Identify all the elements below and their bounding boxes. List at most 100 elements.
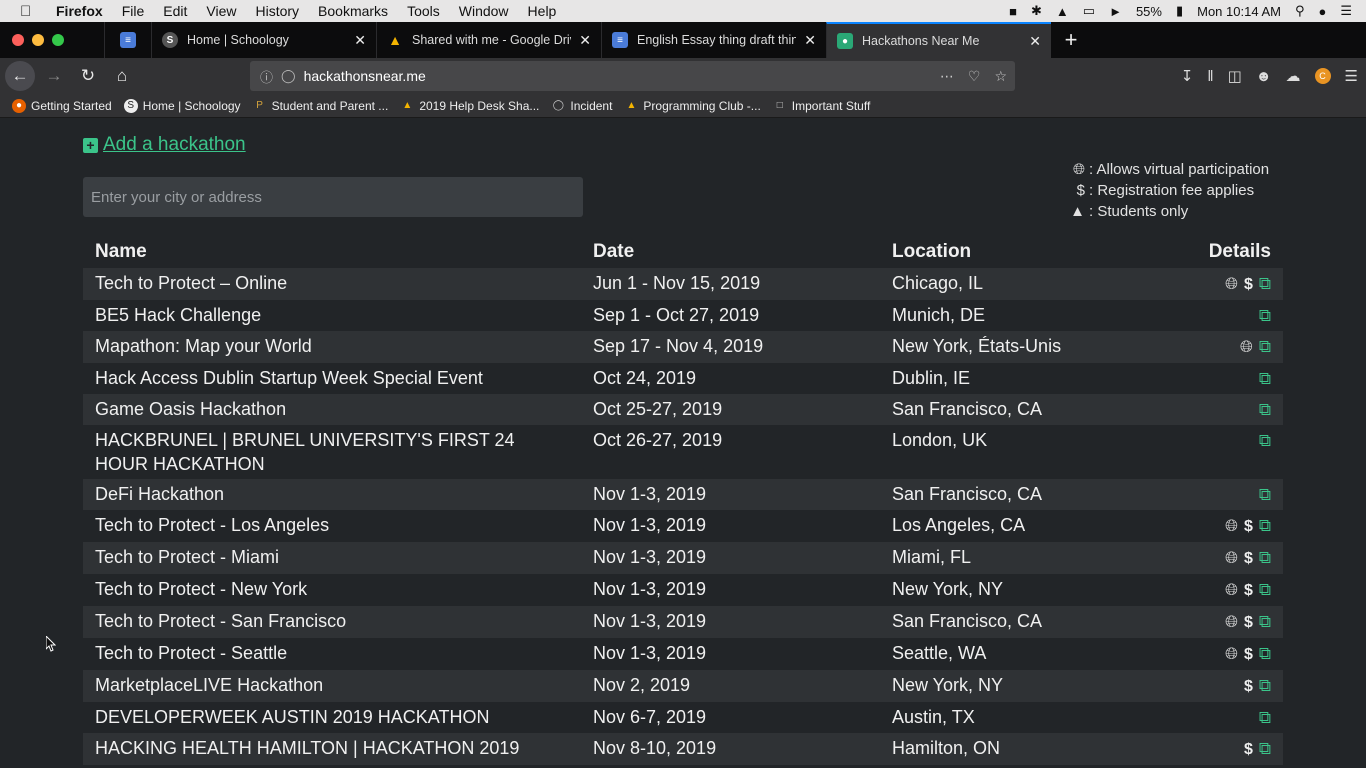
hackathon-date: Oct 25-27, 2019 — [581, 394, 880, 425]
external-link-icon[interactable]: ⧉ — [1259, 335, 1271, 359]
hackathon-location: New York, NY — [880, 670, 1090, 702]
menu-help[interactable]: Help — [528, 3, 557, 19]
external-link-icon[interactable]: ⧉ — [1259, 429, 1271, 453]
spotlight-search-icon[interactable]: ⚲ — [1295, 3, 1305, 19]
menu-window[interactable]: Window — [459, 3, 509, 19]
table-row: Mapathon: Map your World Sep 17 - Nov 4, … — [83, 331, 1283, 363]
bookmark-label: Important Stuff — [791, 98, 871, 113]
menu-file[interactable]: File — [122, 3, 145, 19]
city-address-input[interactable] — [83, 177, 583, 217]
tracking-protection-icon[interactable]: ◯ — [281, 68, 296, 84]
bookmark-getting-started[interactable]: ● Getting Started — [12, 98, 112, 113]
external-link-icon[interactable]: ⧉ — [1259, 546, 1271, 570]
info-icon[interactable]: ⓘ — [260, 67, 273, 86]
bookmark-help-desk[interactable]: ▲ 2019 Help Desk Sha... — [400, 99, 539, 113]
sidebar-icon[interactable]: ◫ — [1228, 67, 1242, 85]
hamburger-menu-icon[interactable]: ☰ — [1345, 67, 1358, 85]
external-link-icon[interactable]: ⧉ — [1259, 578, 1271, 602]
extension-icon[interactable]: ☁ — [1286, 67, 1301, 85]
reload-button[interactable]: ↻ — [73, 61, 103, 91]
table-row: BE5 Hack Challenge Sep 1 - Oct 27, 2019 Mu… — [83, 300, 1283, 331]
hackathon-details: 🌐︎ $ ⧉ — [1090, 638, 1283, 670]
zoom-window-button[interactable] — [52, 34, 64, 46]
back-button[interactable]: ← — [5, 61, 35, 91]
close-window-button[interactable] — [12, 34, 24, 46]
globe-icon: 🌐︎ — [1225, 276, 1238, 293]
external-link-icon[interactable]: ⧉ — [1259, 514, 1271, 538]
hackathon-details: 🌐︎ $ ⧉ — [1090, 268, 1283, 300]
tab-title: Shared with me - Google Drive — [412, 33, 572, 47]
bluetooth-icon[interactable]: ✱ — [1031, 3, 1042, 19]
external-link-icon[interactable]: ⧉ — [1259, 642, 1271, 666]
home-button[interactable]: ⌂ — [107, 61, 137, 91]
close-tab-icon[interactable]: ✕ — [804, 32, 816, 49]
new-tab-button[interactable]: + — [1051, 22, 1091, 58]
table-row: DeFi Hackathon Nov 1-3, 2019 San Francisco… — [83, 479, 1283, 510]
battery-percent[interactable]: 55% — [1136, 4, 1162, 19]
tab-google-drive[interactable]: ▲ Shared with me - Google Drive ✕ — [376, 22, 601, 58]
external-link-icon[interactable]: ⧉ — [1259, 304, 1271, 328]
menu-tools[interactable]: Tools — [407, 3, 440, 19]
external-link-icon[interactable]: ⧉ — [1259, 367, 1271, 391]
siri-icon[interactable]: ● — [1318, 4, 1326, 19]
battery-icon[interactable]: ▮ — [1176, 3, 1183, 19]
column-header-details: Details — [1208, 241, 1271, 262]
pocket-icon[interactable]: ♡ — [968, 68, 981, 85]
hackathon-details: 🌐︎ $ ⧉ — [1090, 574, 1283, 606]
tab-pinned-docs[interactable]: ≡ — [104, 22, 151, 58]
account-icon[interactable]: ☻ — [1256, 68, 1272, 85]
hackathon-location: San Francisco, CA — [880, 394, 1090, 425]
wifi-icon[interactable]: ▲ — [1056, 4, 1069, 19]
menu-app-name[interactable]: Firefox — [56, 3, 103, 19]
external-link-icon[interactable]: ⧉ — [1259, 398, 1271, 422]
menu-edit[interactable]: Edit — [163, 3, 187, 19]
menu-history[interactable]: History — [255, 3, 299, 19]
hackathon-table: Name Date Location Details Tech to Prote… — [83, 239, 1283, 765]
url-bar[interactable]: ⓘ ◯ hackathonsnear.me ⋯ ♡ ☆ — [250, 61, 1015, 91]
forward-button[interactable]: → — [39, 61, 69, 91]
tab-english-essay[interactable]: ≡ English Essay thing draft thing ✕ — [601, 22, 826, 58]
hackathon-name: Tech to Protect - Miami — [83, 542, 581, 574]
globe-icon: 🌐︎ — [1225, 518, 1238, 535]
notification-center-icon[interactable]: ☰ — [1340, 3, 1352, 19]
close-tab-icon[interactable]: ✕ — [1029, 33, 1041, 50]
bookmark-student-parent[interactable]: P Student and Parent ... — [253, 99, 388, 113]
external-link-icon[interactable]: ⧉ — [1259, 674, 1271, 698]
bookmark-incident[interactable]: ◯ Incident — [551, 99, 613, 113]
dropbox-icon[interactable]: ■ — [1009, 4, 1017, 19]
icon-legend: 🌐︎ : Allows virtual participation $ : Re… — [1063, 159, 1269, 222]
tab-hackathons-near-me[interactable]: ● Hackathons Near Me ✕ — [826, 22, 1051, 58]
external-link-icon[interactable]: ⧉ — [1259, 610, 1271, 634]
clock[interactable]: Mon 10:14 AM — [1197, 4, 1281, 19]
menu-bookmarks[interactable]: Bookmarks — [318, 3, 388, 19]
url-text[interactable]: hackathonsnear.me — [304, 68, 426, 84]
apple-icon[interactable]:  — [20, 3, 42, 20]
downloads-icon[interactable]: ↧ — [1181, 67, 1194, 85]
hackathon-location: Austin, TX — [892, 707, 975, 727]
close-tab-icon[interactable]: ✕ — [579, 32, 591, 49]
bookmark-folder-important[interactable]: □ Important Stuff — [773, 99, 871, 113]
firefox-icon: ● — [12, 98, 26, 113]
hackathon-details: 🌐︎ $ ⧉ — [1090, 606, 1283, 638]
tab-schoology[interactable]: S Home | Schoology ✕ — [151, 22, 376, 58]
bookmark-programming-club[interactable]: ▲ Programming Club -... — [624, 99, 760, 113]
add-hackathon-link[interactable]: + Add a hackathon — [83, 134, 246, 156]
airplay-icon[interactable]: ▭ — [1083, 3, 1095, 19]
close-tab-icon[interactable]: ✕ — [354, 32, 366, 49]
window-controls — [0, 22, 104, 58]
external-link-icon[interactable]: ⧉ — [1259, 272, 1271, 296]
menu-view[interactable]: View — [206, 3, 236, 19]
extension-avatar-icon[interactable]: C — [1314, 68, 1331, 84]
library-icon[interactable]: ‖ — [1207, 68, 1213, 85]
bookmark-star-icon[interactable]: ☆ — [994, 68, 1007, 85]
external-link-icon[interactable]: ⧉ — [1259, 737, 1271, 761]
external-link-icon[interactable]: ⧉ — [1259, 706, 1271, 730]
volume-icon[interactable]: ► — [1109, 4, 1122, 19]
minimize-window-button[interactable] — [32, 34, 44, 46]
table-body: Tech to Protect – Online Jun 1 - Nov 15, … — [83, 268, 1283, 765]
hackathon-details: ⧉ — [1090, 394, 1283, 425]
page-actions-icon[interactable]: ⋯ — [940, 68, 954, 85]
bookmark-schoology[interactable]: S Home | Schoology — [123, 98, 241, 113]
external-link-icon[interactable]: ⧉ — [1259, 483, 1271, 507]
legend-row: ▲ : Students only — [1063, 201, 1269, 222]
